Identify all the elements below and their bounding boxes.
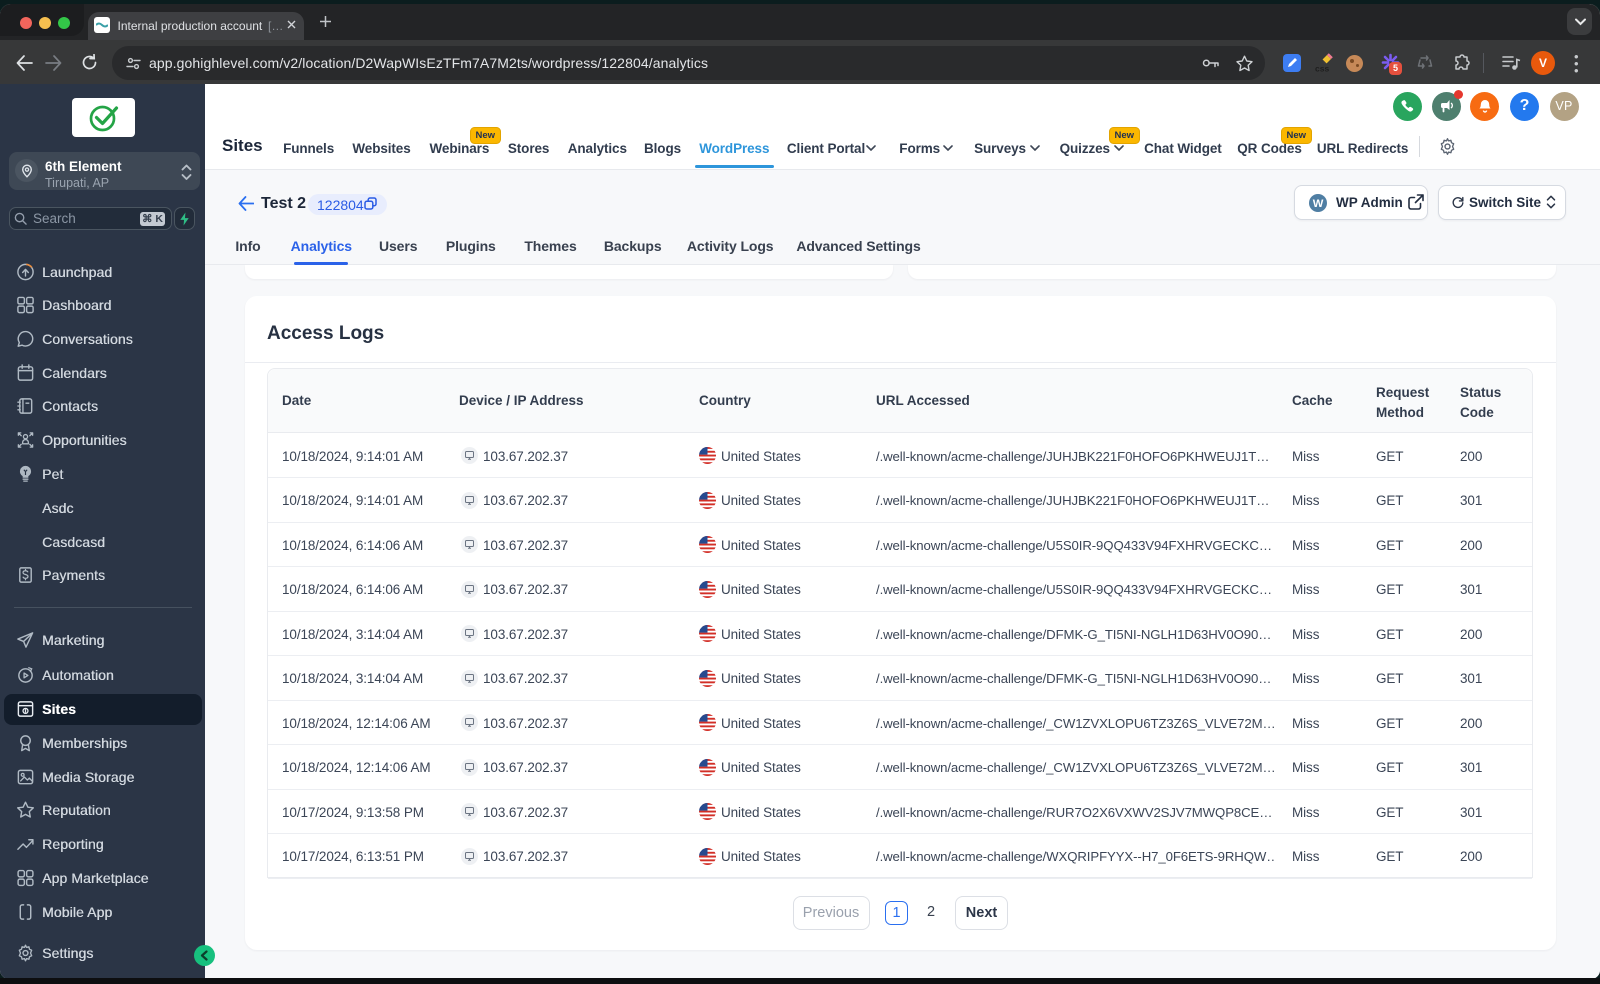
svg-text:css: css [1315,64,1329,74]
svg-text:W: W [1313,198,1324,210]
